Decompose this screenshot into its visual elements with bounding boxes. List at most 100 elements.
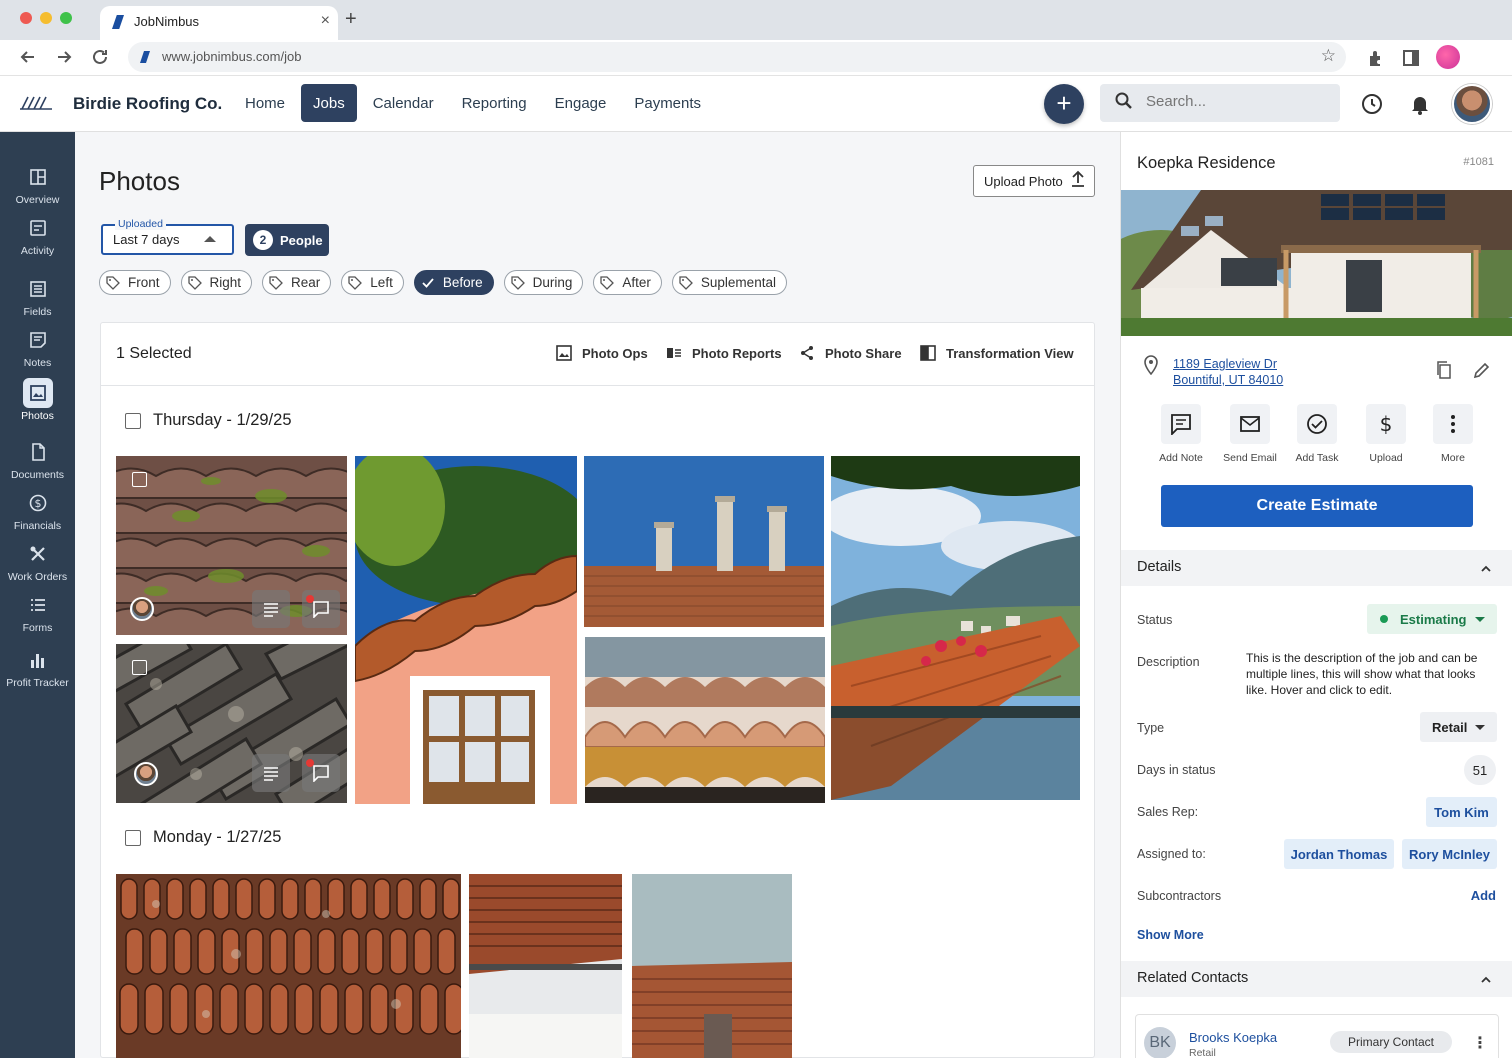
notifications-bell-icon[interactable] [1408,92,1432,116]
group-select-checkbox[interactable] [125,412,141,429]
photo-thumbnail[interactable] [116,644,347,803]
sidebar-item-fields[interactable]: Fields [0,274,75,318]
photo-ops-button[interactable]: Photo Ops [556,345,648,361]
browser-tab[interactable]: JobNimbus × [100,6,338,40]
group-select-checkbox[interactable] [125,829,141,846]
photo-thumbnail[interactable] [584,456,824,627]
show-more-link[interactable]: Show More [1137,928,1204,942]
tag-after[interactable]: After [593,270,662,295]
edit-pencil-icon[interactable] [1473,361,1491,379]
uploaded-date-filter[interactable]: Uploaded Last 7 days [101,218,234,255]
sidebar-item-financials[interactable]: $ Financials [0,488,75,532]
assignee-chip[interactable]: Rory McInley [1402,839,1497,869]
sidebar-item-documents[interactable]: Documents [0,437,75,481]
upload-action[interactable]: $ Upload [1350,404,1422,464]
photo-notes-button[interactable] [252,590,290,628]
sidebar-item-profit-tracker[interactable]: Profit Tracker [0,645,75,689]
sidebar-item-forms[interactable]: Forms [0,590,75,634]
close-tab-icon[interactable]: × [321,12,330,30]
status-dropdown[interactable]: Estimating [1367,604,1497,634]
sidebar-item-overview[interactable]: Overview [0,162,75,206]
extensions-icon[interactable] [1366,48,1386,68]
job-address-link[interactable]: 1189 Eagleview Dr Bountiful, UT 84010 [1173,356,1283,388]
tag-before[interactable]: Before [413,270,494,295]
add-task-action[interactable]: Add Task [1281,404,1353,464]
search-input[interactable] [1146,93,1326,110]
new-tab-icon[interactable]: + [345,8,357,31]
sidebar-item-label: Work Orders [7,571,68,583]
photo-reports-button[interactable]: Photo Reports [666,345,782,361]
photo-thumbnail[interactable] [831,456,1080,800]
nav-payments[interactable]: Payments [622,84,713,122]
caret-down-icon [1475,725,1485,730]
contact-menu-icon[interactable]: ⋮ [1472,1033,1488,1053]
photo-thumbnail[interactable] [469,874,622,1058]
sales-rep-chip[interactable]: Tom Kim [1426,797,1497,827]
description-value[interactable]: This is the description of the job and c… [1246,650,1496,698]
assignee-chip[interactable]: Jordan Thomas [1284,839,1394,869]
nav-calendar[interactable]: Calendar [361,84,446,122]
contact-name-link[interactable]: Brooks Koepka [1189,1030,1277,1045]
close-window-dot[interactable] [20,12,32,24]
nav-reporting[interactable]: Reporting [450,84,539,122]
sidebar-item-notes[interactable]: Notes [0,325,75,369]
url-field[interactable]: www.jobnimbus.com/job ☆ [128,42,1346,72]
photo-thumbnail[interactable] [632,874,792,1058]
forward-icon[interactable] [54,47,74,67]
job-number: #1081 [1463,156,1494,168]
company-logo-icon[interactable] [20,96,52,110]
nav-home[interactable]: Home [233,84,297,122]
transformation-view-button[interactable]: Transformation View [920,345,1074,361]
browser-profile-icon[interactable] [1436,45,1460,69]
tag-rear[interactable]: Rear [262,270,332,295]
task-check-icon [1297,404,1337,444]
upload-photo-button[interactable]: Upload Photo [973,165,1095,197]
nav-engage[interactable]: Engage [543,84,619,122]
photo-select-checkbox[interactable] [132,660,147,675]
history-clock-icon[interactable] [1360,92,1384,116]
search-box[interactable] [1100,84,1340,122]
sidepanel-icon[interactable] [1402,49,1420,67]
job-cover-photo[interactable] [1121,190,1512,336]
type-dropdown[interactable]: Retail [1420,712,1497,742]
copy-icon[interactable] [1435,361,1453,379]
photo-share-button[interactable]: Photo Share [799,345,902,361]
photo-thumbnail[interactable] [585,637,825,803]
people-filter-button[interactable]: 2 People [245,224,329,256]
tag-left[interactable]: Left [341,270,404,295]
details-section-header[interactable]: Details [1121,550,1512,586]
maximize-window-dot[interactable] [60,12,72,24]
photo-notes-button[interactable] [252,754,290,792]
people-label: People [280,232,323,248]
tag-during[interactable]: During [503,270,584,295]
related-contacts-section-header[interactable]: Related Contacts [1121,961,1512,997]
photo-thumbnail[interactable] [116,874,461,1058]
top-navigation: Home Jobs Calendar Reporting Engage Paym… [233,84,717,122]
svg-text:$: $ [1380,413,1393,435]
uploader-avatar [134,762,158,786]
more-action[interactable]: More [1417,404,1489,464]
tag-front[interactable]: Front [99,270,171,295]
minimize-window-dot[interactable] [40,12,52,24]
contact-card[interactable]: BK Brooks Koepka Retail Primary Contact … [1135,1014,1499,1058]
create-estimate-button[interactable]: Create Estimate [1161,485,1473,527]
back-icon[interactable] [18,47,38,67]
send-email-action[interactable]: Send Email [1214,404,1286,464]
add-note-action[interactable]: Add Note [1145,404,1217,464]
sidebar-item-photos[interactable]: Photos [0,378,75,422]
nav-jobs[interactable]: Jobs [301,84,357,122]
photo-thumbnail[interactable] [116,456,347,635]
chevron-up-icon [1481,976,1491,983]
tag-right[interactable]: Right [180,270,253,295]
photo-select-checkbox[interactable] [132,472,147,487]
sidebar-item-activity[interactable]: Activity [0,213,75,257]
user-avatar[interactable] [1452,84,1492,124]
tag-suplemental[interactable]: Suplemental [671,270,787,295]
photo-ops-icon [556,345,572,361]
reload-icon[interactable] [90,47,110,67]
add-subcontractor-link[interactable]: Add [1471,888,1496,903]
photo-thumbnail[interactable] [355,456,577,804]
create-new-button[interactable]: + [1044,84,1084,124]
sidebar-item-work-orders[interactable]: Work Orders [0,539,75,583]
bookmark-star-icon[interactable]: ☆ [1321,46,1336,66]
